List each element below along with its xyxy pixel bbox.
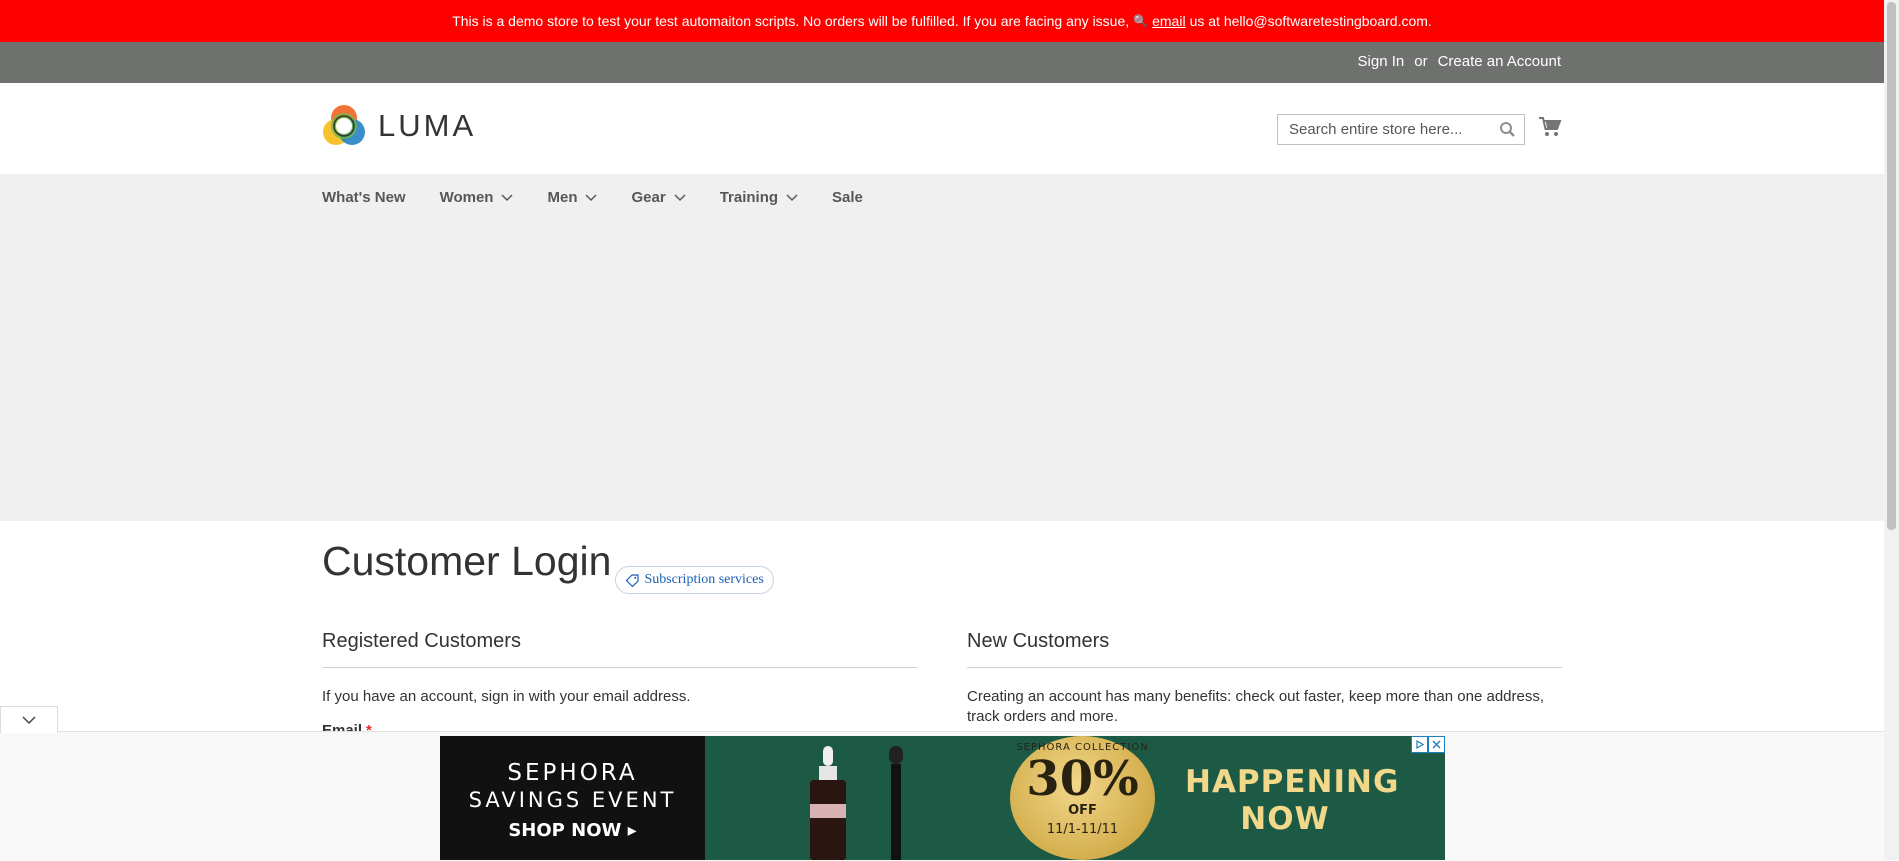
ad-choices — [1411, 736, 1445, 753]
scrollbar-thumb[interactable] — [1887, 2, 1896, 530]
email-link[interactable]: email — [1152, 13, 1185, 29]
ad-percent: 30% — [1026, 751, 1139, 807]
sephora-ad-banner[interactable]: SEPHORA SAVINGS EVENT SHOP NOW ▸ SEPHORA… — [440, 736, 1445, 860]
tag-icon — [626, 573, 640, 587]
close-icon[interactable] — [1428, 736, 1445, 753]
demo-notice-text: This is a demo store to test your test a… — [452, 13, 1130, 29]
search-input[interactable] — [1287, 115, 1501, 144]
nav-item-label: Gear — [631, 189, 666, 206]
chevron-down-icon — [786, 193, 798, 201]
ad-event-text: SAVINGS EVENT — [468, 788, 677, 812]
demo-notice-banner: This is a demo store to test your test a… — [0, 0, 1884, 42]
registered-customers-text: If you have an account, sign in with you… — [322, 688, 691, 705]
ad-headline-line1: HAPPENING — [1185, 764, 1400, 800]
ad-right-panel: SEPHORA COLLECTION 30% OFF 11/1-11/11 HA… — [705, 736, 1445, 860]
nav-item-label: Men — [547, 189, 578, 206]
new-customers-text: Creating an account has many benefits: c… — [967, 688, 1545, 725]
nav-item-sale[interactable]: Sale — [832, 189, 863, 206]
ad-dates: 11/1-11/11 — [1046, 822, 1119, 837]
page-title-row: Customer Login Subscription services — [322, 538, 774, 594]
cart-icon[interactable] — [1538, 116, 1562, 143]
hero-placeholder — [0, 221, 1884, 521]
chevron-down-icon — [22, 715, 36, 724]
nav-item-women[interactable]: Women — [440, 189, 514, 206]
page-scrollbar[interactable] — [1884, 0, 1899, 860]
ad-products-image — [810, 746, 903, 860]
registered-customers-heading: Registered Customers — [322, 630, 917, 668]
adchoices-icon[interactable] — [1411, 736, 1428, 753]
create-account-link[interactable]: Create an Account — [1438, 53, 1561, 70]
nav-item-label: Sale — [832, 189, 863, 206]
chevron-down-icon — [501, 193, 514, 201]
new-customers-heading: New Customers — [967, 630, 1562, 668]
or-text: or — [1414, 53, 1428, 70]
main-navigation: What's New Women Men Gear Training Sale — [0, 174, 1884, 221]
ad-brand-text: SEPHORA — [507, 760, 638, 786]
sign-in-link[interactable]: Sign In — [1358, 53, 1405, 70]
demo-notice-contact: us at hello@softwaretestingboard.com. — [1189, 13, 1432, 29]
search-box — [1277, 114, 1525, 145]
luma-logo[interactable]: LUMA — [322, 104, 476, 148]
nav-item-gear[interactable]: Gear — [631, 189, 686, 206]
subscription-services-label: Subscription services — [644, 572, 764, 587]
brand-name: LUMA — [378, 108, 477, 143]
nav-item-men[interactable]: Men — [547, 189, 598, 206]
ad-shop-now[interactable]: SHOP NOW ▸ — [440, 820, 705, 841]
nav-item-label: Women — [439, 189, 494, 206]
nav-item-training[interactable]: Training — [720, 189, 798, 206]
nav-item-label: Training — [719, 189, 779, 206]
luma-logo-icon — [323, 105, 365, 145]
subscription-services-badge[interactable]: Subscription services — [615, 566, 774, 594]
chevron-down-icon — [585, 193, 598, 201]
search-icon[interactable] — [1499, 121, 1516, 143]
registered-customers-block: Registered Customers If you have an acco… — [322, 630, 917, 707]
nav-item-whats-new[interactable]: What's New — [322, 189, 406, 206]
ad-headline: HAPPENING NOW — [1185, 764, 1400, 838]
site-header: LUMA — [0, 83, 1884, 174]
ad-left-panel: SEPHORA SAVINGS EVENT SHOP NOW ▸ — [440, 736, 705, 860]
chevron-down-icon — [674, 193, 686, 201]
ad-collapse-toggle[interactable] — [0, 706, 58, 733]
account-topbar: Sign In or Create an Account — [0, 42, 1884, 83]
ad-headline-line2: NOW — [1240, 801, 1330, 837]
new-customers-block: New Customers Creating an account has ma… — [967, 630, 1562, 727]
nav-item-label: What's New — [322, 189, 406, 206]
ad-discount-coin: SEPHORA COLLECTION 30% OFF 11/1-11/11 — [1010, 736, 1155, 860]
page-title: Customer Login — [322, 538, 612, 584]
search-icon: 🔍 — [1133, 14, 1149, 28]
